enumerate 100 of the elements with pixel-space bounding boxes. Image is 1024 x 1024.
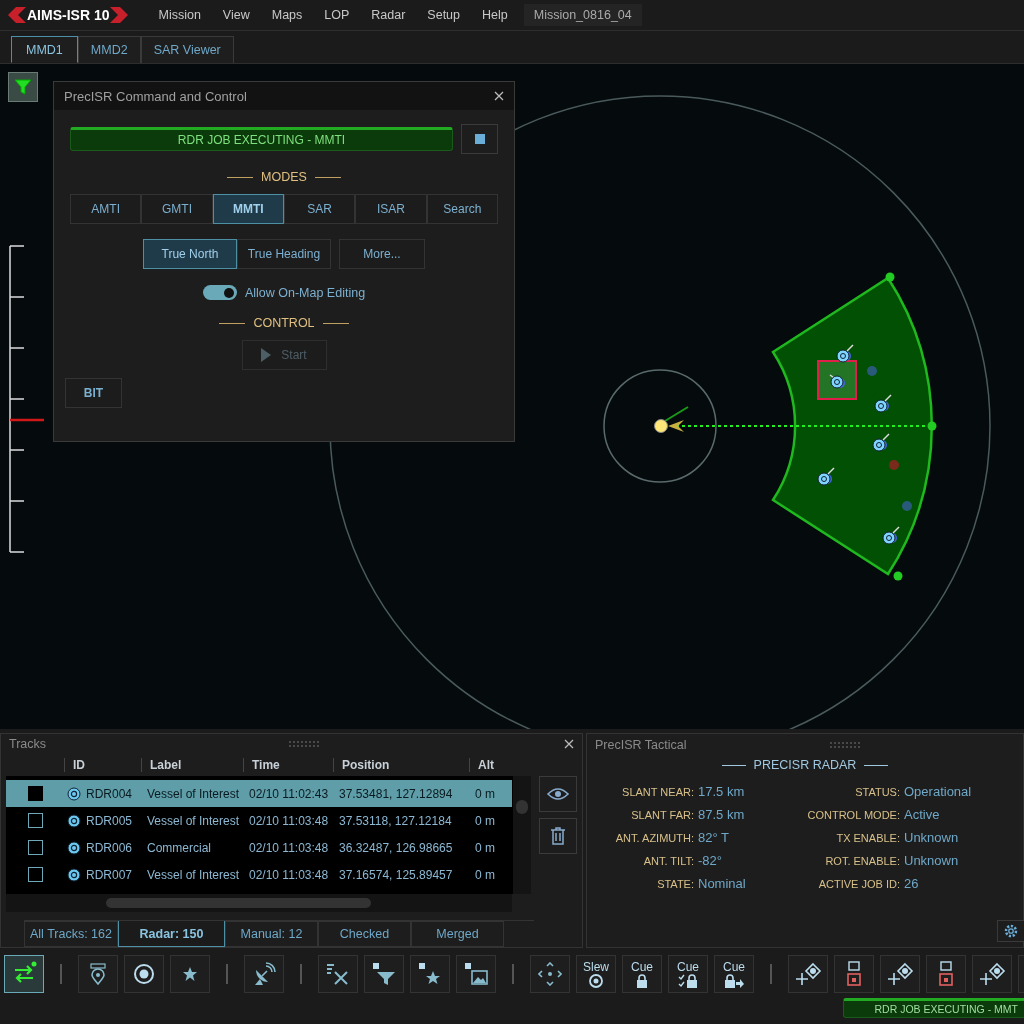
track-dot[interactable] (889, 460, 899, 470)
sensor-tool-button[interactable] (880, 955, 920, 993)
bit-button[interactable]: BIT (65, 378, 122, 408)
track-icon[interactable] (882, 526, 900, 545)
chevron-icon (110, 7, 129, 23)
slew-button[interactable]: Slew (576, 955, 616, 993)
track-row[interactable]: RDR006 Commercial 02/10 11:03:48 36.32487, 126.98665 0 m (6, 834, 512, 861)
job-status-bar: RDR JOB EXECUTING - MMTI (70, 127, 453, 151)
track-dot[interactable] (902, 501, 912, 511)
radar-button[interactable] (244, 955, 284, 993)
column-header[interactable]: Alt (469, 758, 509, 772)
drag-handle-icon[interactable] (289, 741, 321, 747)
menu-item[interactable]: Radar (371, 8, 406, 22)
field-label: SLANT FAR: (630, 809, 694, 821)
menu-item[interactable]: View (222, 8, 250, 22)
target-icon (67, 867, 81, 882)
view-tab[interactable]: SAR Viewer (140, 36, 234, 63)
sensor-tool-button[interactable] (926, 955, 966, 993)
pin-button[interactable] (78, 955, 118, 993)
view-tab[interactable]: MMD1 (11, 36, 78, 63)
table-cell-text: 02/10 11:03:48 (248, 867, 330, 882)
orientation-button[interactable]: True Heading (237, 239, 331, 269)
filter-tab[interactable]: Radar: 150 (118, 921, 225, 947)
menu-item[interactable]: LOP (324, 8, 350, 22)
view-tab[interactable]: MMD2 (77, 36, 141, 63)
sector-handle[interactable] (893, 571, 903, 581)
star-button[interactable] (170, 955, 210, 993)
field-value: 87.5 km (698, 807, 745, 822)
filter-tab[interactable]: Merged (411, 921, 504, 947)
filter-icon (372, 962, 396, 986)
track-row[interactable]: RDR004 Vessel of Interest 02/10 11:02:43 37.53481, 127.12894 0 m (6, 780, 512, 807)
vertical-scrollbar[interactable] (513, 776, 531, 894)
sensor-tool-button[interactable] (972, 955, 1012, 993)
cue-lock-button[interactable]: Cue (622, 955, 662, 993)
stop-button[interactable] (461, 124, 498, 154)
tools-button[interactable] (318, 955, 358, 993)
checkbox[interactable] (27, 840, 43, 855)
filter-tab[interactable]: Checked (318, 921, 411, 947)
track-dot[interactable] (867, 366, 877, 376)
track-icon[interactable] (817, 467, 835, 486)
mode-button[interactable]: GMTI (141, 194, 213, 224)
toggle-switch[interactable] (202, 285, 237, 300)
checkbox[interactable] (27, 867, 43, 882)
track-icon[interactable] (829, 374, 845, 389)
image-button[interactable] (456, 955, 496, 993)
sector-handle[interactable] (885, 272, 895, 282)
cue-check-button[interactable]: Cue (668, 955, 708, 993)
filter-tab[interactable]: All Tracks: 162 (24, 921, 118, 947)
sector-handle[interactable] (927, 421, 937, 431)
filter-button[interactable] (8, 72, 38, 102)
field-label: CONTROL MODE: (806, 809, 900, 821)
eye-icon (547, 787, 569, 801)
mode-button[interactable]: ISAR (355, 194, 427, 224)
favorite-button[interactable] (410, 955, 450, 993)
track-icon[interactable] (872, 433, 890, 452)
drag-handle-icon[interactable] (829, 742, 862, 748)
settings-button[interactable] (997, 920, 1024, 942)
track-row[interactable]: RDR005 Vessel of Interest 02/10 11:03:48 37.53118, 127.12184 0 m (6, 807, 512, 834)
sensor-tool-button[interactable] (788, 955, 828, 993)
column-header[interactable]: Label (141, 758, 243, 772)
menu-item[interactable]: Setup (427, 8, 461, 22)
column-header[interactable]: Position (333, 758, 469, 772)
own-ship-icon[interactable] (654, 406, 689, 433)
panel-title: PrecISR Tactical (595, 738, 687, 752)
pan-button[interactable] (530, 955, 570, 993)
close-icon[interactable] (494, 91, 504, 101)
cue-send-button[interactable]: Cue (714, 955, 754, 993)
mode-button[interactable]: Search (426, 194, 498, 224)
field-label: ANT. AZIMUTH: (614, 832, 694, 844)
column-header[interactable]: Time (243, 758, 333, 772)
swap-button[interactable] (4, 955, 44, 993)
track-icon[interactable] (836, 344, 854, 363)
filter-button[interactable] (364, 955, 404, 993)
menu-item[interactable]: Mission (158, 8, 201, 22)
track-row[interactable]: RDR007 Vessel of Interest 02/10 11:03:48 37.16574, 125.89457 0 m (6, 861, 512, 888)
mode-button[interactable]: SAR (284, 194, 356, 224)
target-button[interactable] (124, 955, 164, 993)
mode-button[interactable]: AMTI (70, 194, 142, 224)
orientation-button[interactable]: True North (143, 239, 237, 269)
table-cell-text: Vessel of Interest (146, 867, 241, 882)
target-icon (588, 973, 604, 988)
column-header[interactable]: ID (64, 758, 141, 772)
horizontal-scrollbar[interactable] (6, 894, 512, 912)
menu-item[interactable]: Help (482, 8, 508, 22)
close-icon[interactable] (564, 739, 574, 749)
mode-button[interactable]: MMTI (212, 194, 284, 224)
filter-icon (14, 78, 32, 96)
sensor-tool-button[interactable] (834, 955, 874, 993)
delete-button[interactable] (539, 818, 577, 854)
show-button[interactable] (539, 776, 577, 812)
table-cell-text: 37.53118, 127.12184 (338, 813, 453, 828)
table-cell-text: 0 m (474, 867, 496, 882)
filter-tab[interactable]: Manual: 12 (225, 921, 318, 947)
track-icon[interactable] (874, 394, 892, 413)
job-status-bar: RDR JOB EXECUTING - MMT (843, 998, 1024, 1018)
checkbox[interactable] (27, 786, 43, 801)
menu-item[interactable]: Maps (271, 8, 303, 22)
radar-coverage-sector[interactable] (771, 276, 933, 576)
checkbox[interactable] (27, 813, 43, 828)
more-button[interactable]: More... (339, 239, 425, 269)
